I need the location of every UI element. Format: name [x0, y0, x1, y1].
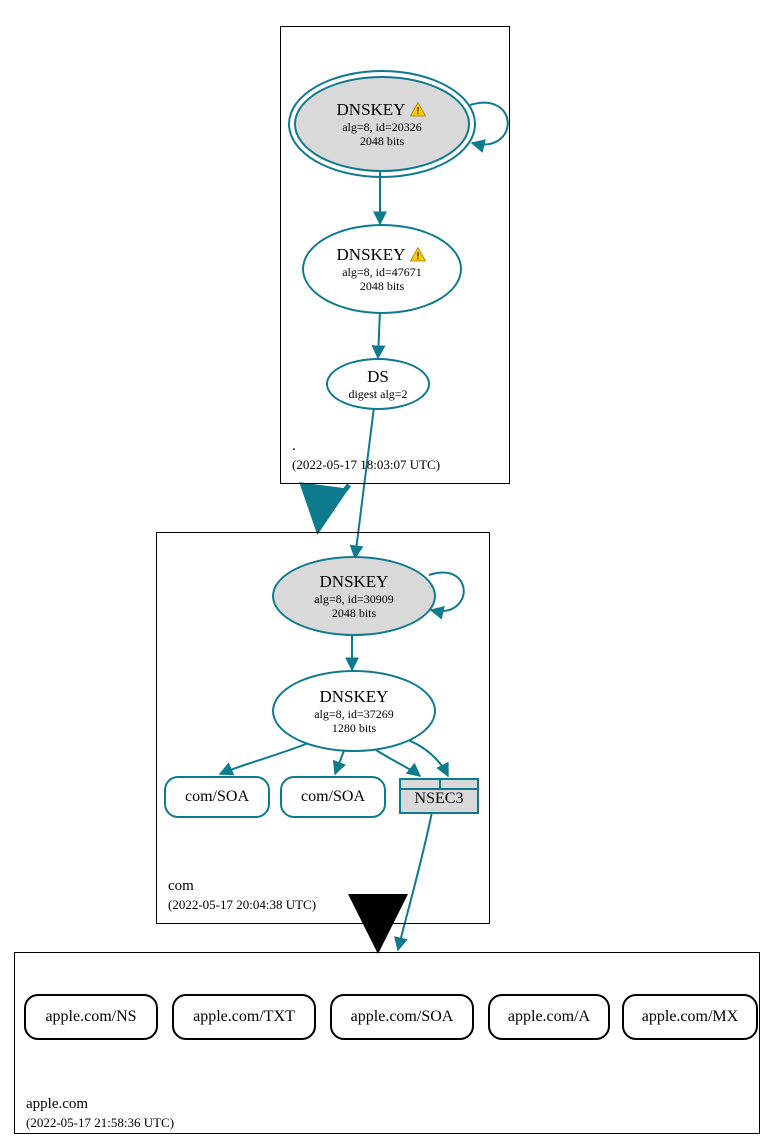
zone-root-label: . (2022-05-17 18:03:07 UTC) [292, 436, 440, 474]
com-soa1-label: com/SOA [185, 788, 249, 806]
root-zsk-label: DNSKEY [337, 245, 406, 265]
zone-com-timestamp: (2022-05-17 20:04:38 UTC) [168, 896, 316, 914]
warning-icon [409, 246, 427, 264]
com-zsk-sub1: alg=8, id=37269 [314, 707, 394, 721]
root-ds-sub1: digest alg=2 [348, 387, 407, 401]
nsec3-node[interactable]: NSEC3 [399, 778, 479, 814]
apple-txt-label: apple.com/TXT [193, 1008, 295, 1026]
com-zsk-sub2: 1280 bits [332, 721, 376, 735]
apple-a-node[interactable]: apple.com/A [488, 994, 610, 1040]
zone-apple-label: apple.com (2022-05-17 21:58:36 UTC) [26, 1094, 174, 1132]
root-ksk-label: DNSKEY [337, 100, 406, 120]
apple-ns-node[interactable]: apple.com/NS [24, 994, 158, 1040]
root-zsk-sub1: alg=8, id=47671 [342, 265, 422, 279]
com-zsk-label: DNSKEY [320, 687, 389, 707]
com-ksk-sub1: alg=8, id=30909 [314, 592, 394, 606]
root-ksk-sub1: alg=8, id=20326 [342, 120, 422, 134]
zone-apple-timestamp: (2022-05-17 21:58:36 UTC) [26, 1114, 174, 1132]
zone-apple-name: apple.com [26, 1094, 174, 1114]
com-ksk-node[interactable]: DNSKEY alg=8, id=30909 2048 bits [272, 556, 436, 636]
com-soa-node-1[interactable]: com/SOA [164, 776, 270, 818]
apple-mx-label: apple.com/MX [642, 1008, 738, 1026]
root-zsk-node[interactable]: DNSKEY alg=8, id=47671 2048 bits [302, 224, 462, 314]
root-ds-label: DS [367, 367, 389, 387]
warning-icon [409, 101, 427, 119]
zone-root-timestamp: (2022-05-17 18:03:07 UTC) [292, 456, 440, 474]
apple-txt-node[interactable]: apple.com/TXT [172, 994, 316, 1040]
apple-a-label: apple.com/A [508, 1008, 590, 1026]
zone-root-name: . [292, 436, 440, 456]
com-ksk-sub2: 2048 bits [332, 606, 376, 620]
com-zsk-node[interactable]: DNSKEY alg=8, id=37269 1280 bits [272, 670, 436, 752]
root-ds-node[interactable]: DS digest alg=2 [326, 358, 430, 410]
zone-com-name: com [168, 876, 316, 896]
apple-soa-label: apple.com/SOA [351, 1008, 454, 1026]
apple-mx-node[interactable]: apple.com/MX [622, 994, 758, 1040]
root-ksk-node[interactable]: DNSKEY alg=8, id=20326 2048 bits [294, 76, 470, 172]
com-soa-node-2[interactable]: com/SOA [280, 776, 386, 818]
zone-com-label: com (2022-05-17 20:04:38 UTC) [168, 876, 316, 914]
com-ksk-label: DNSKEY [320, 572, 389, 592]
root-ksk-sub2: 2048 bits [360, 134, 404, 148]
com-soa2-label: com/SOA [301, 788, 365, 806]
apple-ns-label: apple.com/NS [45, 1008, 136, 1026]
apple-soa-node[interactable]: apple.com/SOA [330, 994, 474, 1040]
root-zsk-sub2: 2048 bits [360, 279, 404, 293]
nsec3-label: NSEC3 [415, 790, 464, 808]
